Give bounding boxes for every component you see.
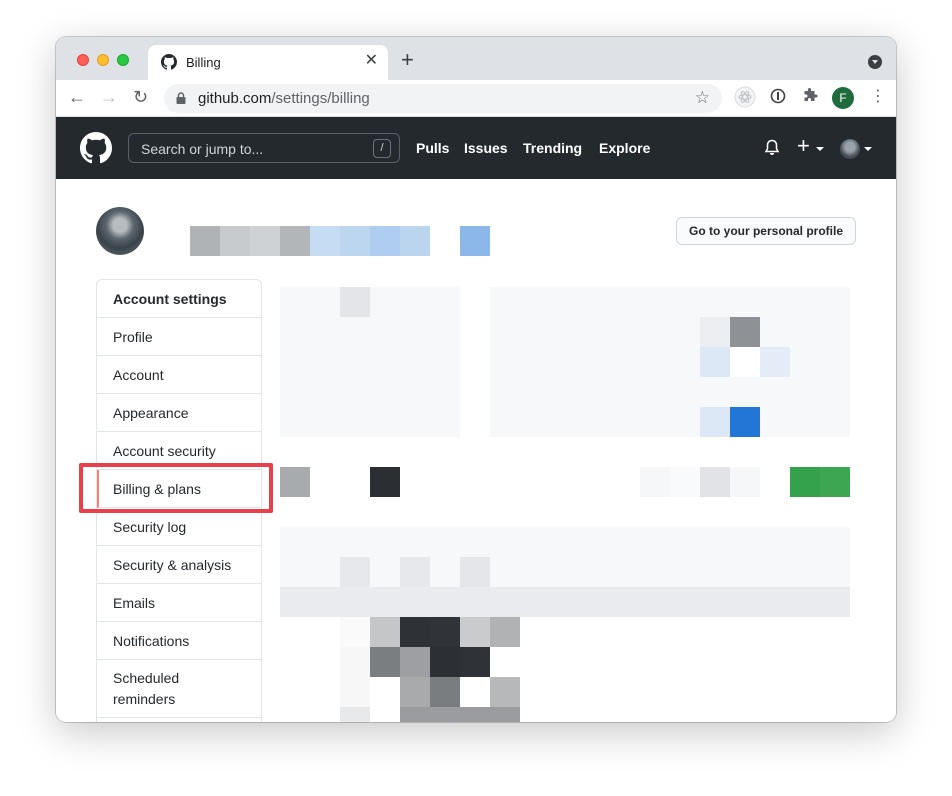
browser-window: Billing ✕ + ← → ↻ github.com/settings/bi… [56, 37, 896, 722]
menu-header: Account settings [97, 280, 261, 318]
browser-tab-billing[interactable]: Billing ✕ [148, 45, 388, 80]
zoom-window-button[interactable] [117, 54, 129, 66]
billing-highlight-annotation [79, 463, 273, 513]
nav-pulls[interactable]: Pulls [416, 140, 449, 156]
minimize-window-button[interactable] [97, 54, 109, 66]
create-new-icon[interactable]: + [797, 134, 810, 158]
menu-item-appearance[interactable]: Appearance [97, 394, 261, 432]
create-new-caret-icon[interactable] [816, 147, 824, 151]
extension-password-icon[interactable] [770, 88, 786, 104]
menu-item-notifications[interactable]: Notifications [97, 622, 261, 660]
back-arrow-icon[interactable]: ← [68, 87, 86, 107]
menu-item-account[interactable]: Account [97, 356, 261, 394]
menu-item-emails[interactable]: Emails [97, 584, 261, 622]
nav-explore[interactable]: Explore [599, 140, 650, 156]
reload-icon[interactable]: ↻ [133, 87, 148, 107]
new-tab-icon[interactable]: + [401, 49, 414, 71]
notifications-bell-icon[interactable] [764, 139, 780, 157]
tab-title: Billing [186, 55, 221, 70]
menu-item-scheduled-reminders[interactable]: Scheduled reminders [97, 660, 261, 718]
search-shortcut-key: / [373, 139, 391, 158]
menu-item-security-log[interactable]: Security log [97, 508, 261, 546]
close-window-button[interactable] [77, 54, 89, 66]
browser-menu-icon[interactable]: ⋮ [870, 88, 886, 106]
lock-icon [176, 92, 186, 104]
forward-arrow-icon[interactable]: → [100, 87, 118, 107]
user-menu-caret-icon[interactable] [864, 147, 872, 151]
menu-item-security-analysis[interactable]: Security & analysis [97, 546, 261, 584]
url-text: github.com/settings/billing [198, 90, 370, 107]
github-logo-icon[interactable] [80, 132, 112, 164]
nav-trending[interactable]: Trending [523, 140, 582, 156]
user-avatar-menu[interactable] [840, 139, 860, 159]
menu-item-profile[interactable]: Profile [97, 318, 261, 356]
extensions-puzzle-icon[interactable] [802, 88, 818, 104]
github-search-input[interactable]: Search or jump to... / [128, 133, 400, 163]
bookmark-star-icon[interactable]: ☆ [695, 88, 710, 108]
nav-issues[interactable]: Issues [464, 140, 508, 156]
address-bar[interactable]: github.com/settings/billing ☆ [164, 84, 722, 113]
account-avatar [96, 207, 144, 255]
profile-avatar-button[interactable]: F [832, 87, 854, 109]
personal-profile-button[interactable]: Go to your personal profile [676, 217, 856, 245]
close-tab-icon[interactable]: ✕ [365, 52, 378, 70]
github-header: Search or jump to... / Pulls Issues Tren… [56, 117, 896, 179]
tab-strip: Billing ✕ + [56, 37, 896, 80]
extension-react-icon[interactable] [734, 86, 756, 108]
github-favicon-icon [161, 54, 177, 70]
search-placeholder: Search or jump to... [141, 141, 264, 157]
tab-search-icon[interactable] [868, 55, 882, 69]
browser-toolbar: ← → ↻ github.com/settings/billing ☆ F ⋮ [56, 80, 896, 117]
settings-page: Go to your personal profile Account sett… [56, 179, 896, 722]
